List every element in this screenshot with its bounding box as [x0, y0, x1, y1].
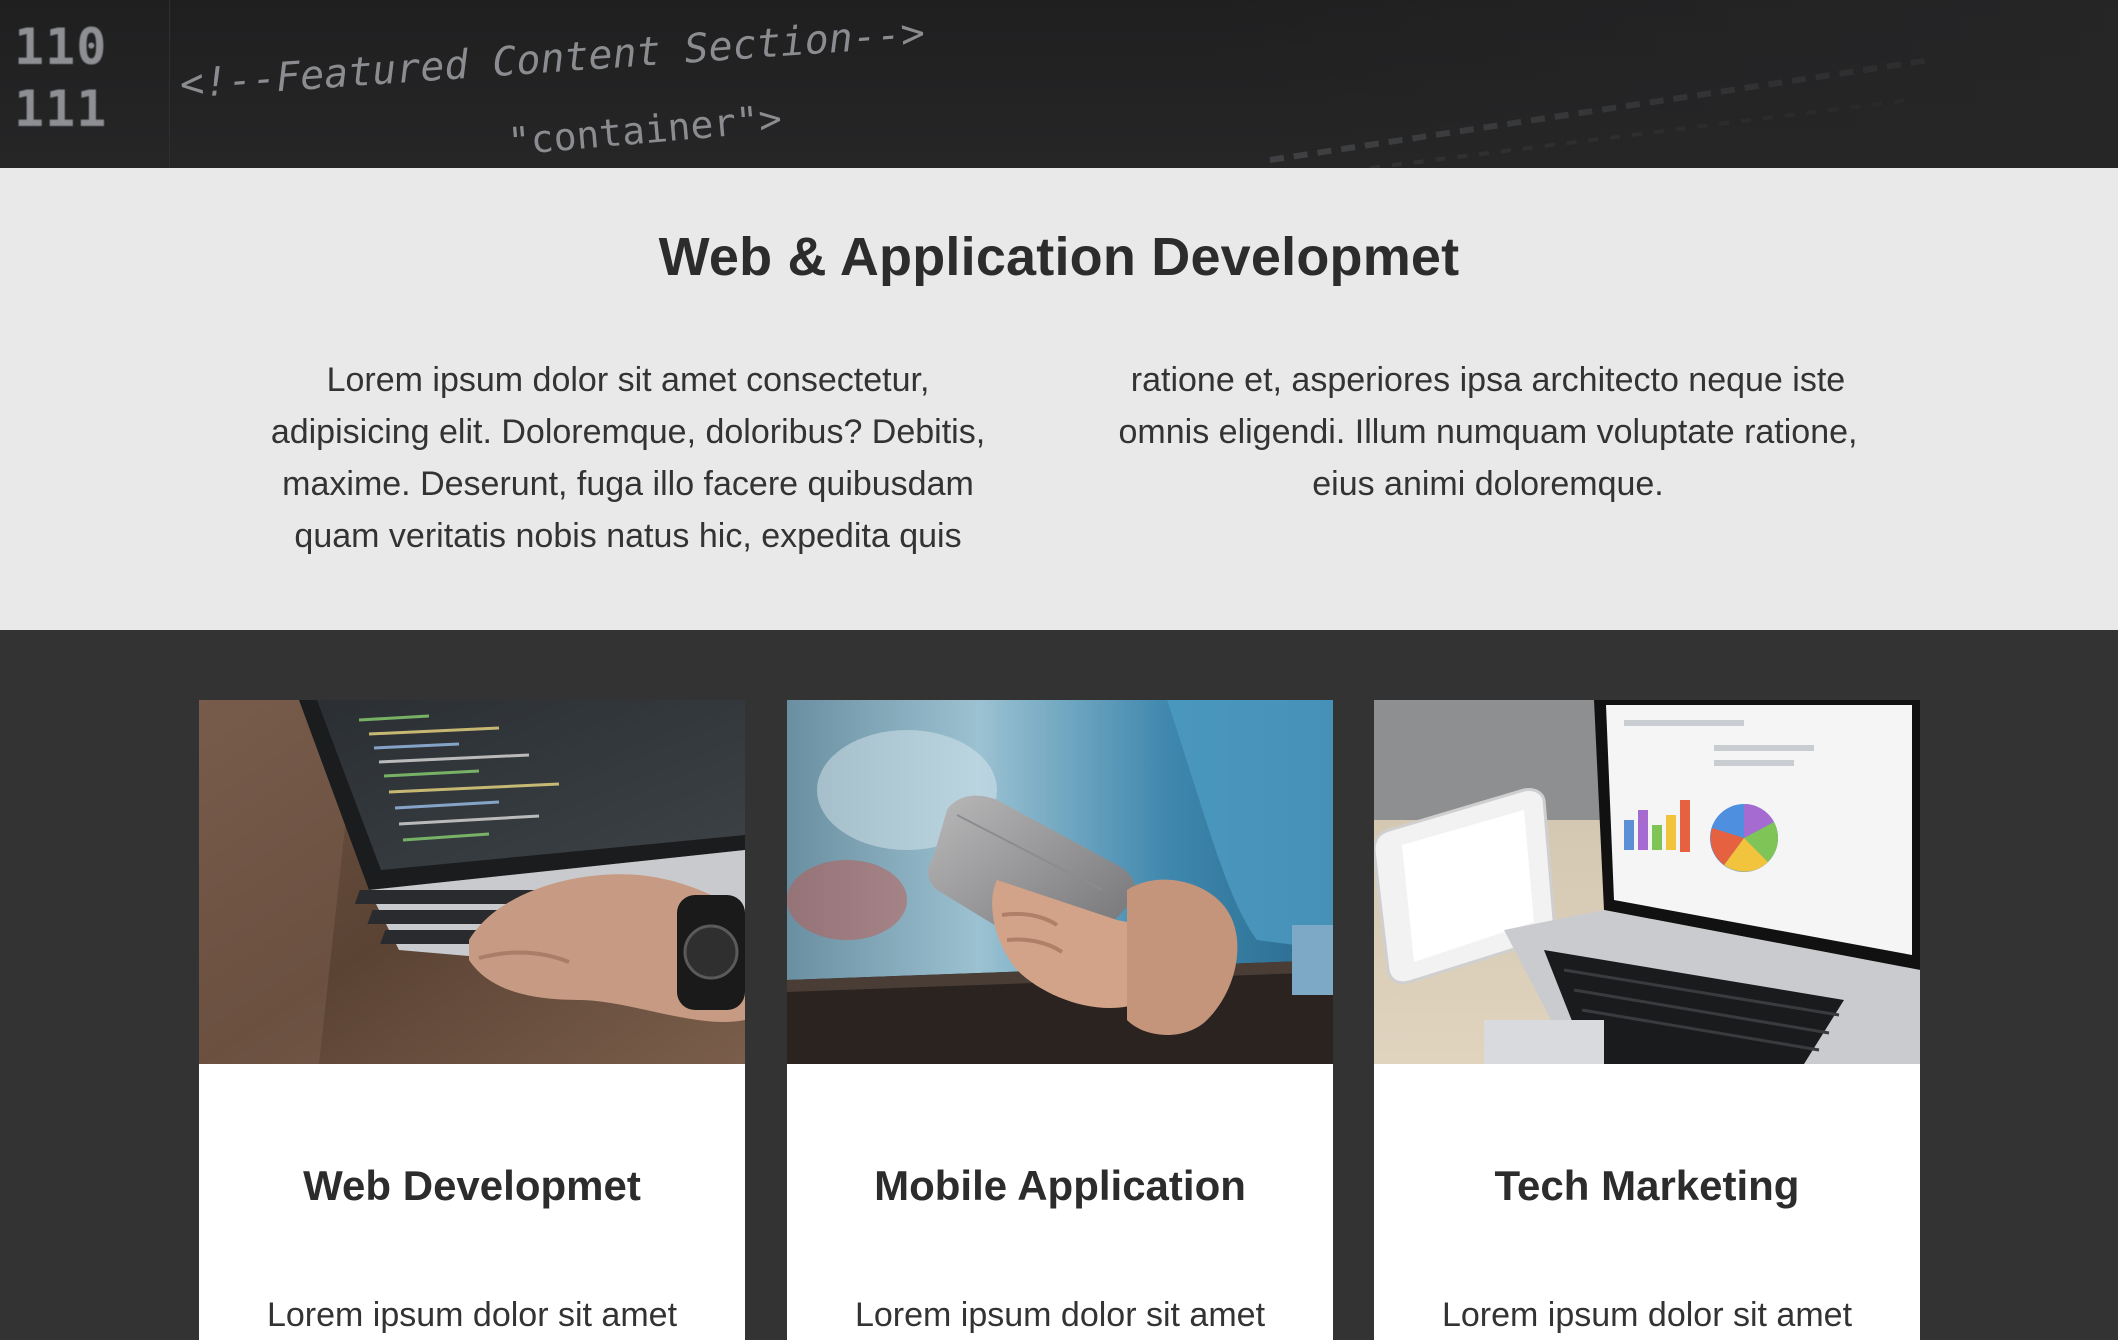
banner-fade — [1218, 0, 2118, 168]
smartphone-in-hands-image — [787, 700, 1333, 1064]
hero-code-banner: 110 111 <!--Featured Content Section--> … — [0, 0, 2118, 168]
laptop-tablet-illustration — [1374, 700, 1920, 1064]
intro-text-right: ratione et, asperiores ipsa architecto n… — [1118, 361, 1858, 503]
line-number: 111 — [14, 80, 108, 138]
laptop-tablet-charts-image — [1374, 700, 1920, 1064]
code-gutter: 110 111 — [0, 0, 170, 168]
card-title: Tech Marketing — [1494, 1162, 1800, 1209]
smartphone-illustration — [787, 700, 1333, 1064]
service-card-tech-marketing: Tech Marketing Lorem ipsum dolor sit ame… — [1374, 700, 1920, 1340]
laptop-coding-image — [199, 700, 745, 1064]
intro-section: Web & Application Developmet Lorem ipsum… — [0, 168, 2118, 630]
intro-title: Web & Application Developmet — [658, 227, 1460, 287]
service-card-web-development: Web Developmet Lorem ipsum dolor sit ame… — [199, 700, 745, 1340]
card-title: Web Developmet — [303, 1162, 641, 1209]
card-text: Lorem ipsum dolor sit amet — [1441, 1296, 1853, 1334]
card-text: Lorem ipsum dolor sit amet — [854, 1296, 1266, 1334]
intro-text-left: Lorem ipsum dolor sit amet consectetur, … — [270, 361, 986, 555]
code-comment: <!--Featured Content Section--> — [178, 9, 927, 108]
card-title: Mobile Application — [874, 1162, 1246, 1209]
laptop-coding-illustration — [199, 700, 745, 1064]
service-card-mobile-application: Mobile Application Lorem ipsum dolor sit… — [787, 700, 1333, 1340]
card-text: Lorem ipsum dolor sit amet — [266, 1296, 678, 1334]
code-snippet: "container"> — [506, 96, 784, 164]
services-cards-section: Web Developmet Lorem ipsum dolor sit ame… — [0, 630, 2118, 1340]
line-number: 110 — [14, 18, 108, 76]
